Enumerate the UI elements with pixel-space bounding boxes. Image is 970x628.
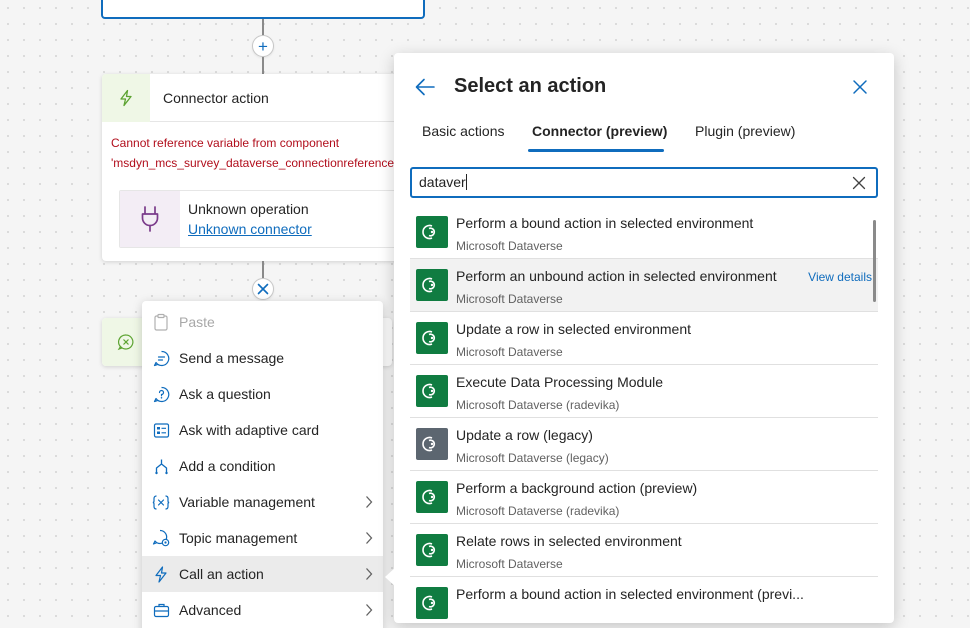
connector-action-node[interactable]: Connector action Cannot reference variab… [102,74,402,261]
paste-icon [152,313,170,331]
chevron-right-icon [366,532,373,544]
adaptive-card-icon [152,421,170,439]
node-title: Connector action [163,89,269,106]
results-list: Perform a bound action in selected envir… [410,206,878,623]
close-panel-button[interactable] [852,79,872,99]
dataverse-icon [416,428,448,460]
dataverse-icon [416,587,448,619]
action-title: Perform a background action (preview) [456,480,698,496]
dataverse-icon [416,481,448,513]
action-connector-name: Microsoft Dataverse [456,239,563,253]
menu-item-paste[interactable]: Paste [142,304,383,340]
action-result-item[interactable]: Relate rows in selected environment Micro… [410,524,878,577]
action-result-item[interactable]: Perform a bound action in selected envir… [410,577,878,623]
action-connector-name: Microsoft Dataverse (radevika) [456,398,620,412]
question-icon [152,385,170,403]
select-action-panel: Select an action Basic actions Connector… [394,53,894,623]
branch-icon [152,457,170,475]
chevron-right-icon [366,568,373,580]
back-button[interactable] [414,77,438,99]
dataverse-icon [416,534,448,566]
close-insert-menu-button[interactable] [252,278,274,300]
menu-item-advanced[interactable]: Advanced [142,592,383,628]
panel-pointer [385,566,397,588]
action-title: Perform an unbound action in selected en… [456,268,777,284]
action-result-item[interactable]: Update a row in selected environment Micr… [410,312,878,365]
tab-basic-actions[interactable]: Basic actions [422,123,504,139]
unknown-connector-link[interactable]: Unknown connector [188,219,312,239]
plug-icon [120,191,180,247]
dataverse-icon [416,269,448,301]
lightning-icon [102,74,150,122]
menu-item-ask-adaptive-card[interactable]: Ask with adaptive card [142,412,383,448]
search-input-value: dataver [419,174,466,190]
clear-search-icon[interactable] [851,175,867,191]
previous-node-card[interactable] [101,0,425,19]
insert-node-menu: Paste Send a message Ask a question Ask … [142,301,383,628]
node-error-message: Cannot reference variable from component… [111,136,397,170]
variable-icon [152,493,170,511]
panel-title: Select an action [454,75,607,97]
menu-item-ask-question[interactable]: Ask a question [142,376,383,412]
tab-connector-preview[interactable]: Connector (preview) [532,123,667,139]
close-icon [257,283,269,295]
close-icon [853,80,867,94]
action-title: Execute Data Processing Module [456,374,663,390]
menu-item-send-message[interactable]: Send a message [142,340,383,376]
flow-connector-line [262,19,264,35]
chevron-right-icon [366,604,373,616]
chevron-right-icon [366,496,373,508]
action-result-item[interactable]: Perform a bound action in selected envir… [410,206,878,259]
active-tab-indicator [528,149,664,152]
action-result-item[interactable]: Perform a background action (preview) Mic… [410,471,878,524]
operation-label: Unknown operation [188,201,309,217]
action-title: Relate rows in selected environment [456,533,682,549]
plus-icon: + [258,36,268,56]
arrow-left-icon [415,78,435,96]
menu-item-add-condition[interactable]: Add a condition [142,448,383,484]
menu-item-call-action[interactable]: Call an action [142,556,383,592]
dataverse-icon [416,375,448,407]
search-input[interactable]: dataver [410,167,878,198]
add-node-button[interactable]: + [252,35,274,57]
dataverse-icon [416,322,448,354]
topic-icon [152,529,170,547]
action-connector-name: Microsoft Dataverse (legacy) [456,451,609,465]
text-caret [465,174,467,190]
action-result-item[interactable]: Execute Data Processing Module Microsoft … [410,365,878,418]
menu-item-topic-management[interactable]: Topic management [142,520,383,556]
action-connector-name: Microsoft Dataverse [456,292,563,306]
menu-item-variable-management[interactable]: Variable management [142,484,383,520]
action-result-item[interactable]: Perform an unbound action in selected en… [410,259,878,312]
action-connector-name: Microsoft Dataverse (radevika) [456,504,620,518]
tab-plugin-preview[interactable]: Plugin (preview) [695,123,795,139]
results-scrollbar[interactable] [873,220,876,302]
action-title: Update a row (legacy) [456,427,593,443]
view-details-link[interactable]: View details [808,270,872,284]
flow-connector-line [262,261,264,278]
action-title: Update a row in selected environment [456,321,692,337]
lightning-icon [152,565,170,583]
action-title: Perform a bound action in selected envir… [456,586,804,602]
toolbox-icon [152,601,170,619]
action-connector-name: Microsoft Dataverse [456,345,563,359]
flow-connector-line [262,57,264,74]
action-connector-name: Microsoft Dataverse [456,557,563,571]
operation-box: Unknown operation Unknown connector [119,190,402,248]
action-result-item[interactable]: Update a row (legacy) Microsoft Dataverse… [410,418,878,471]
action-title: Perform a bound action in selected envir… [456,215,754,231]
dataverse-icon [416,216,448,248]
chat-icon [152,349,170,367]
